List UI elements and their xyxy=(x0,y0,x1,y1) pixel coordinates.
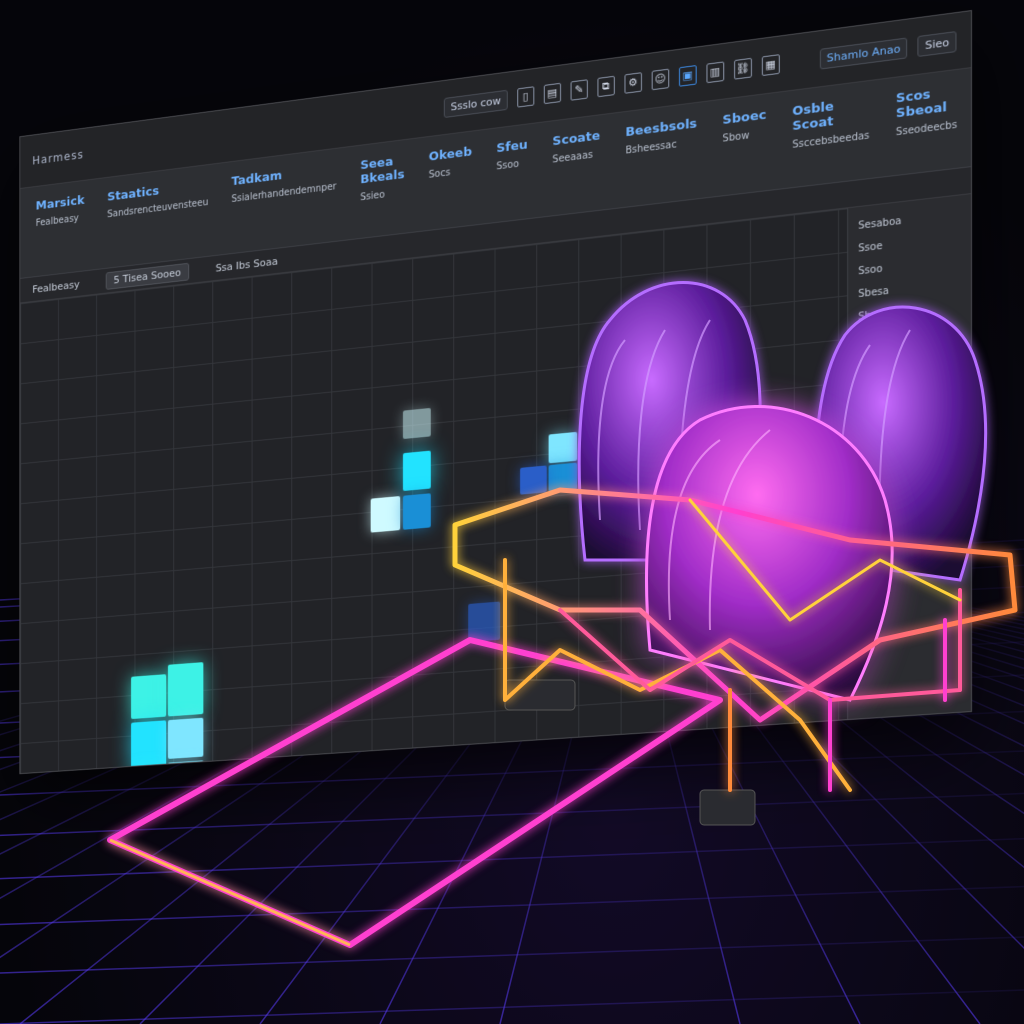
cell-tile[interactable] xyxy=(402,407,431,440)
app-brand: Harmess xyxy=(32,147,84,168)
save-icon[interactable]: ▥ xyxy=(706,61,724,84)
ribbon-group[interactable]: Sboec Sbow xyxy=(723,108,767,145)
ribbon-group-title[interactable]: Beesbsols xyxy=(625,117,697,141)
panel-item[interactable]: Sbs xyxy=(858,370,960,391)
ribbon-group[interactable]: Tadkam Ssialerhandendemnper xyxy=(231,162,336,205)
cell-tile[interactable] xyxy=(548,462,578,493)
user-icon[interactable]: ☺ xyxy=(651,68,670,91)
cell-tile[interactable] xyxy=(131,770,167,775)
cell-tile[interactable] xyxy=(131,720,167,769)
ribbon-group[interactable]: Scos Sbeoal Sseodeecbs xyxy=(896,84,957,138)
cell-tile[interactable] xyxy=(167,717,204,759)
ribbon-group[interactable]: Okeeb Socs xyxy=(429,145,472,181)
account-button[interactable]: Shamlo Anao xyxy=(819,36,908,70)
ribbon-group-subtitle: Ssccebsbeedas xyxy=(792,130,870,151)
panel-item[interactable]: Ssoe xyxy=(858,232,960,255)
ribbon-group-subtitle: Socs xyxy=(428,167,451,181)
cell-tile[interactable] xyxy=(370,496,401,533)
zoom-dropdown[interactable]: Ssslo cow xyxy=(444,89,508,118)
account-sub[interactable]: Sieo xyxy=(917,30,957,57)
ribbon-group-title[interactable]: Seea Bkeals xyxy=(360,153,404,187)
cell-tile[interactable] xyxy=(402,493,431,530)
ribbon-group-title[interactable]: Sfeu xyxy=(496,138,527,156)
ribbon-group-title[interactable]: Osble Scoat xyxy=(792,95,869,134)
properties-panel: Sesaboa Ssoe Ssoo Sbesa Sboe Sso Seboi Sbs xyxy=(847,194,971,762)
panel-item[interactable]: Sboe xyxy=(858,301,960,323)
app-window: Harmess Ssslo cow ▯ ▤ ✎ ⧉ ⚙ ☺ ▣ ▥ ⛓ ▦ Sh… xyxy=(19,10,972,775)
cell-tile[interactable] xyxy=(167,760,204,775)
ribbon-group-subtitle: Ssoo xyxy=(496,159,519,173)
cell-tile[interactable] xyxy=(131,674,167,720)
cell-tile[interactable] xyxy=(468,601,501,643)
subbar-second[interactable]: Ssa Ibs Soaa xyxy=(216,255,278,274)
ribbon-group[interactable]: Osble Scoat Ssccebsbeedas xyxy=(792,95,870,151)
ribbon-group-title[interactable]: Sboec xyxy=(723,108,767,128)
copy-icon[interactable]: ⧉ xyxy=(597,75,615,98)
ribbon-group-subtitle: Ssieo xyxy=(360,189,385,204)
panel-icon[interactable]: ▣ xyxy=(678,65,697,87)
ribbon-group[interactable]: Scoate Seeaaas xyxy=(552,129,600,166)
doc-icon[interactable]: ▯ xyxy=(517,86,535,108)
ribbon-group-title[interactable]: Okeeb xyxy=(429,145,472,165)
ribbon-group[interactable]: Beesbsols Bsheessac xyxy=(625,117,697,157)
ribbon-group[interactable]: Seea Bkeals Ssieo xyxy=(360,153,404,203)
ribbon-group-subtitle: Sbow xyxy=(722,130,750,145)
panel-item[interactable]: Sbesa xyxy=(858,278,960,300)
grid-canvas[interactable] xyxy=(20,208,848,775)
ribbon-group-title[interactable]: Scos Sbeoal xyxy=(896,84,957,121)
scene: Harmess Ssslo cow ▯ ▤ ✎ ⧉ ⚙ ☺ ▣ ▥ ⛓ ▦ Sh… xyxy=(0,0,1024,1024)
panel-item[interactable]: Seboi xyxy=(858,347,960,369)
ribbon-group-title[interactable]: Scoate xyxy=(552,129,600,149)
cell-tile[interactable] xyxy=(548,431,578,464)
gear-icon[interactable]: ⚙ xyxy=(624,72,642,94)
link-icon[interactable]: ⛓ xyxy=(733,57,752,80)
ribbon-group-subtitle: Seeaaas xyxy=(552,149,593,166)
ribbon-group-title[interactable]: Marsick xyxy=(36,194,85,214)
ribbon-group[interactable]: Staatics Sandsrencteuvensteeu xyxy=(107,178,208,220)
ribbon-group-subtitle: Sseodeecbs xyxy=(895,119,958,139)
subbar-label: Fealbeasy xyxy=(32,277,80,296)
panel-item[interactable]: Ssoo xyxy=(858,255,960,278)
ribbon-group-subtitle: Bsheessac xyxy=(625,139,677,157)
panel-item[interactable]: Sso xyxy=(858,324,960,346)
cell-tile[interactable] xyxy=(402,450,431,492)
pen-icon[interactable]: ✎ xyxy=(570,79,588,101)
ribbon-group-subtitle: Fealbeasy xyxy=(35,213,79,229)
ribbon-group[interactable]: Marsick Fealbeasy xyxy=(36,194,85,229)
panel-item[interactable]: Sesaboa xyxy=(858,209,960,232)
ribbon-group[interactable]: Sfeu Ssoo xyxy=(496,138,527,172)
cell-tile[interactable] xyxy=(167,662,204,717)
cell-tile[interactable] xyxy=(520,465,547,495)
lock-icon[interactable]: ▦ xyxy=(761,54,780,77)
page-icon[interactable]: ▤ xyxy=(543,82,561,105)
